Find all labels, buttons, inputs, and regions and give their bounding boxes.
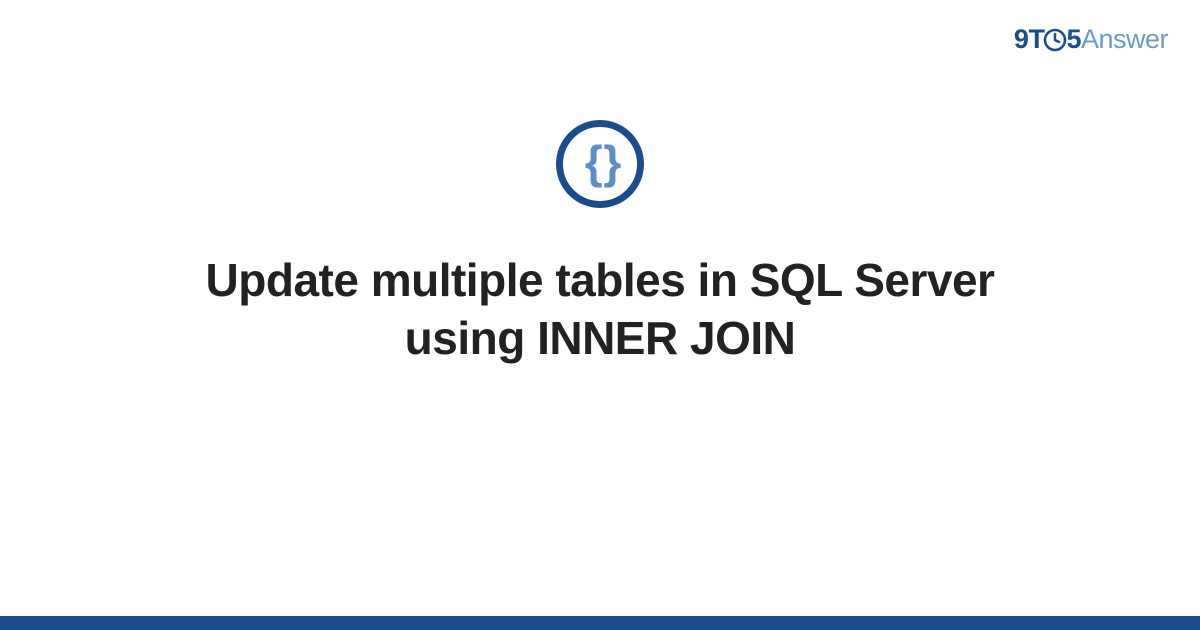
braces-glyph: { }	[585, 139, 616, 185]
main-content: { } Update multiple tables in SQL Server…	[0, 120, 1200, 367]
code-braces-icon: { }	[556, 120, 644, 208]
logo-text-answer: Answer	[1081, 24, 1168, 55]
clock-icon	[1043, 28, 1067, 52]
logo-text-9t: 9T	[1014, 24, 1045, 55]
site-logo[interactable]: 9T 5 Answer	[1014, 24, 1168, 55]
footer-accent-bar	[0, 616, 1200, 630]
page-title: Update multiple tables in SQL Server usi…	[150, 252, 1050, 367]
logo-text-5: 5	[1066, 24, 1081, 55]
